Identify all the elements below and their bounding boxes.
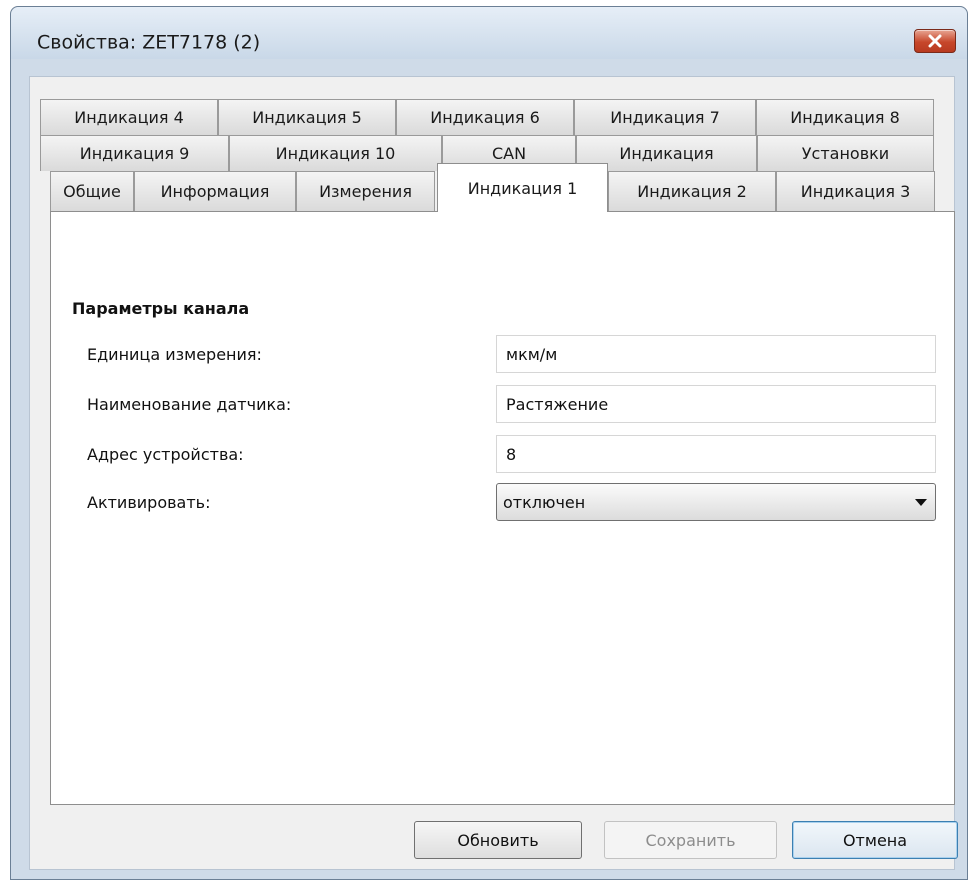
activate-selected-value: отключен — [503, 492, 586, 512]
tab-indication-3[interactable]: Индикация 3 — [776, 171, 935, 211]
unit-input[interactable]: мкм/м — [496, 335, 936, 373]
activate-select[interactable]: отключен — [496, 483, 936, 521]
tab-indication-8[interactable]: Индикация 8 — [756, 99, 934, 135]
unit-value: мкм/м — [506, 344, 558, 364]
channel-parameters-heading: Параметры канала — [72, 299, 250, 318]
tab-general[interactable]: Общие — [50, 171, 134, 211]
tab-indication-10[interactable]: Индикация 10 — [229, 135, 442, 171]
tab-measurements[interactable]: Измерения — [296, 171, 435, 211]
close-icon — [928, 34, 942, 48]
tab-indication-2[interactable]: Индикация 2 — [608, 171, 776, 211]
title-bar[interactable]: Свойства: ZET7178 (2) — [11, 7, 967, 59]
cancel-button[interactable]: Отмена — [792, 821, 958, 859]
device-address-label: Адрес устройства: — [87, 445, 244, 464]
sensor-name-value: Растяжение — [506, 394, 609, 414]
tab-information[interactable]: Информация — [134, 171, 296, 211]
sensor-name-label: Наименование датчика: — [87, 395, 292, 414]
tab-indication-6[interactable]: Индикация 6 — [396, 99, 574, 135]
window-title: Свойства: ZET7178 (2) — [37, 31, 261, 54]
tab-indication-9[interactable]: Индикация 9 — [40, 135, 229, 171]
properties-window: Свойства: ZET7178 (2) Индикация 4 Индика… — [10, 6, 968, 880]
sensor-name-input[interactable]: Растяжение — [496, 385, 936, 423]
tab-indication-4[interactable]: Индикация 4 — [40, 99, 218, 135]
save-button[interactable]: Сохранить — [604, 821, 777, 859]
tab-settings[interactable]: Установки — [757, 135, 934, 171]
refresh-button[interactable]: Обновить — [414, 821, 582, 859]
close-button[interactable] — [914, 29, 956, 53]
device-address-input[interactable]: 8 — [496, 435, 936, 473]
tab-indication-7[interactable]: Индикация 7 — [574, 99, 756, 135]
dialog-client-area: Индикация 4 Индикация 5 Индикация 6 Инди… — [29, 76, 958, 870]
tab-indication-1[interactable]: Индикация 1 — [437, 163, 608, 212]
unit-label: Единица измерения: — [87, 345, 262, 364]
activate-label: Активировать: — [87, 493, 211, 512]
dropdown-arrow-icon — [915, 499, 927, 506]
tab-indication-5[interactable]: Индикация 5 — [218, 99, 396, 135]
device-address-value: 8 — [506, 444, 517, 464]
